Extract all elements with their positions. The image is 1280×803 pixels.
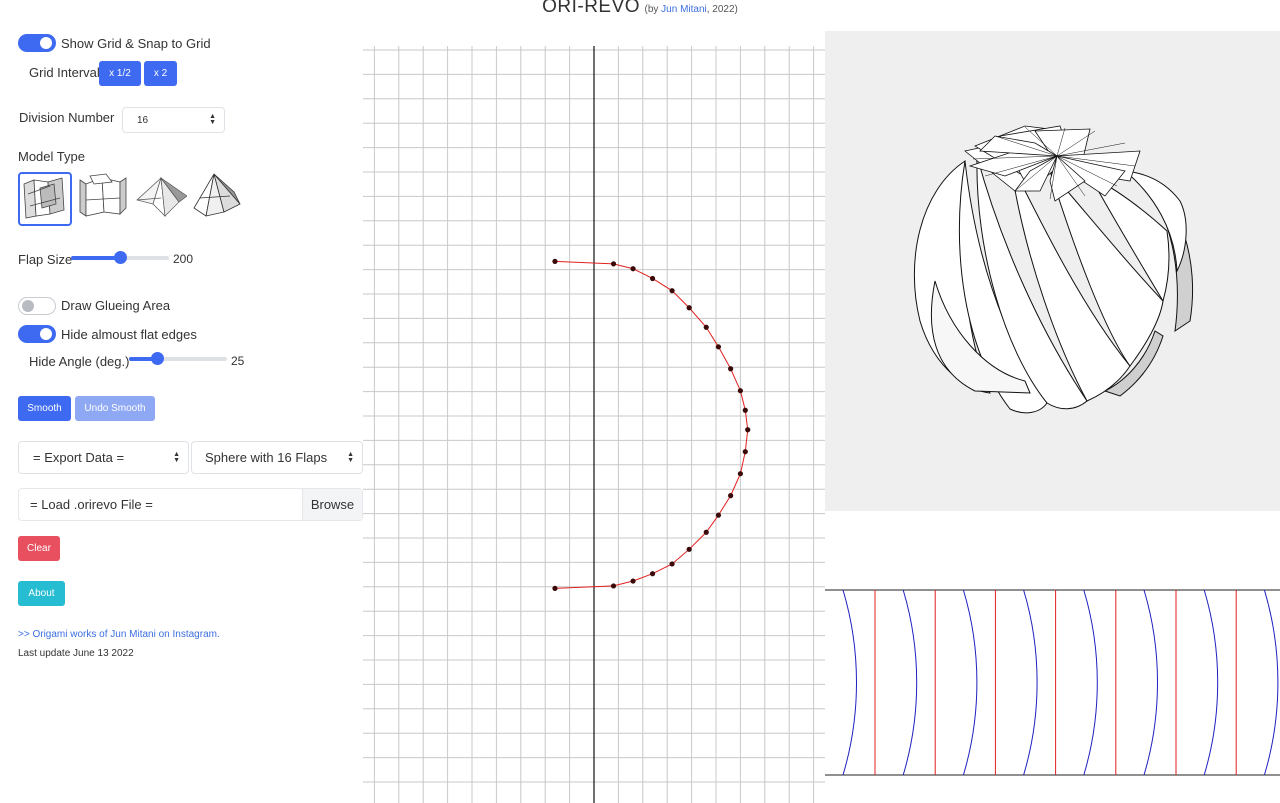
division-number-select[interactable]: 16 ▲ ▼ — [122, 107, 225, 133]
byline-prefix: (by — [644, 4, 662, 15]
profile-control-point[interactable] — [737, 471, 743, 477]
profile-control-point[interactable] — [728, 366, 734, 372]
app-byline: (by Jun Mitani, 2022) — [645, 4, 738, 15]
profile-editor-canvas[interactable] — [363, 46, 825, 803]
hide-flat-edges-toggle[interactable] — [18, 325, 56, 343]
valley-fold-curve — [1203, 589, 1219, 776]
division-number-value: 16 — [137, 114, 149, 126]
load-file-placeholder: = Load .orirevo File = — [30, 497, 153, 512]
valley-fold-curve — [1023, 589, 1038, 776]
profile-control-point[interactable] — [610, 261, 617, 267]
app-title: ORI-REVO — [542, 0, 641, 17]
grid-half-button[interactable]: x 1/2 — [99, 61, 141, 86]
model-type-2[interactable] — [76, 172, 130, 226]
select-arrows-icon: ▲ ▼ — [209, 113, 216, 126]
profile-control-point[interactable] — [742, 407, 748, 413]
valley-fold-curve — [1143, 589, 1158, 776]
preset-model-value: Sphere with 16 Flaps — [205, 450, 328, 465]
load-file-input[interactable]: = Load .orirevo File = Browse — [18, 488, 363, 521]
profile-control-point[interactable] — [686, 305, 692, 311]
profile-control-point[interactable] — [649, 571, 656, 577]
sphere-model-render — [913, 125, 1194, 414]
author-link[interactable]: Jun Mitani — [661, 4, 707, 15]
app-header: ORI-REVO (by Jun Mitani, 2022) — [0, 0, 1280, 18]
profile-control-point[interactable] — [669, 561, 675, 567]
profile-control-point[interactable] — [630, 578, 636, 584]
profile-control-point[interactable] — [737, 388, 743, 394]
profile-control-point[interactable] — [742, 449, 748, 455]
toggle-knob — [40, 37, 52, 49]
select-arrows-icon: ▲ ▼ — [173, 450, 180, 464]
byline-suffix: , 2022) — [706, 4, 738, 15]
model-type-label: Model Type — [18, 149, 85, 164]
profile-control-point[interactable] — [728, 493, 734, 499]
valley-fold-curve — [962, 589, 978, 776]
profile-control-point[interactable] — [610, 583, 617, 589]
undo-smooth-button[interactable]: Undo Smooth — [75, 396, 155, 421]
smooth-button[interactable]: Smooth — [18, 396, 71, 421]
hide-angle-slider[interactable] — [129, 352, 227, 365]
hide-angle-slider-handle[interactable] — [151, 352, 164, 365]
model-type-4-icon — [193, 173, 241, 217]
profile-control-point[interactable] — [649, 275, 656, 282]
draw-glueing-area-label: Draw Glueing Area — [61, 298, 171, 313]
valley-fold-curve — [902, 589, 918, 776]
export-data-select[interactable]: = Export Data = ▲ ▼ — [18, 441, 189, 474]
grid-double-button[interactable]: x 2 — [144, 61, 177, 86]
flap-size-value: 200 — [173, 252, 194, 266]
valley-fold-curve — [1083, 589, 1098, 776]
profile-control-point[interactable] — [703, 529, 709, 535]
crease-pattern-view[interactable] — [825, 588, 1280, 778]
model-type-4[interactable] — [190, 172, 244, 226]
clear-button[interactable]: Clear — [18, 536, 60, 561]
show-grid-toggle[interactable] — [18, 34, 56, 52]
flap-size-slider-fill — [71, 256, 120, 260]
show-grid-label: Show Grid & Snap to Grid — [61, 36, 211, 51]
profile-control-point[interactable] — [552, 585, 558, 591]
profile-control-point[interactable] — [630, 266, 636, 272]
last-update-text: Last update June 13 2022 — [18, 648, 134, 659]
toggle-knob — [40, 328, 52, 340]
model-3d-view[interactable] — [825, 31, 1280, 511]
model-type-2-icon — [79, 173, 127, 217]
grid-interval-label: Grid Interval — [29, 65, 100, 80]
profile-curve[interactable] — [554, 260, 749, 589]
crease-pattern-lines — [825, 589, 1280, 776]
profile-control-point[interactable] — [715, 512, 722, 518]
division-number-label: Division Number — [19, 110, 115, 125]
model-type-3-icon — [136, 176, 188, 217]
profile-control-point[interactable] — [552, 258, 558, 264]
profile-control-point[interactable] — [669, 288, 675, 294]
about-button[interactable]: About — [18, 581, 65, 606]
flap-size-label: Flap Size — [18, 252, 73, 267]
valley-fold-curve — [842, 589, 857, 776]
draw-glueing-area-toggle[interactable] — [18, 297, 56, 315]
toggle-knob — [22, 300, 34, 312]
export-data-value: = Export Data = — [33, 450, 125, 465]
profile-control-point[interactable] — [715, 344, 722, 350]
profile-control-point[interactable] — [686, 546, 692, 552]
valley-fold-curve — [1263, 589, 1279, 776]
hide-angle-label: Hide Angle (deg.) — [29, 354, 130, 369]
preset-model-select[interactable]: Sphere with 16 Flaps ▲ ▼ — [191, 441, 363, 474]
select-arrows-icon: ▲ ▼ — [347, 450, 354, 464]
browse-button[interactable]: Browse — [302, 489, 362, 520]
model-type-1[interactable] — [18, 172, 72, 226]
instagram-link[interactable]: >> Origami works of Jun Mitani on Instag… — [18, 629, 220, 640]
model-type-3[interactable] — [133, 172, 188, 226]
profile-control-point[interactable] — [703, 324, 709, 330]
flap-size-slider[interactable] — [71, 251, 169, 264]
flap-size-slider-handle[interactable] — [114, 251, 127, 264]
profile-control-point[interactable] — [745, 427, 751, 433]
model-type-1-icon — [23, 177, 65, 219]
hide-flat-edges-label: Hide almoust flat edges — [61, 327, 197, 342]
profile-points — [552, 258, 751, 591]
hide-angle-value: 25 — [231, 354, 245, 368]
